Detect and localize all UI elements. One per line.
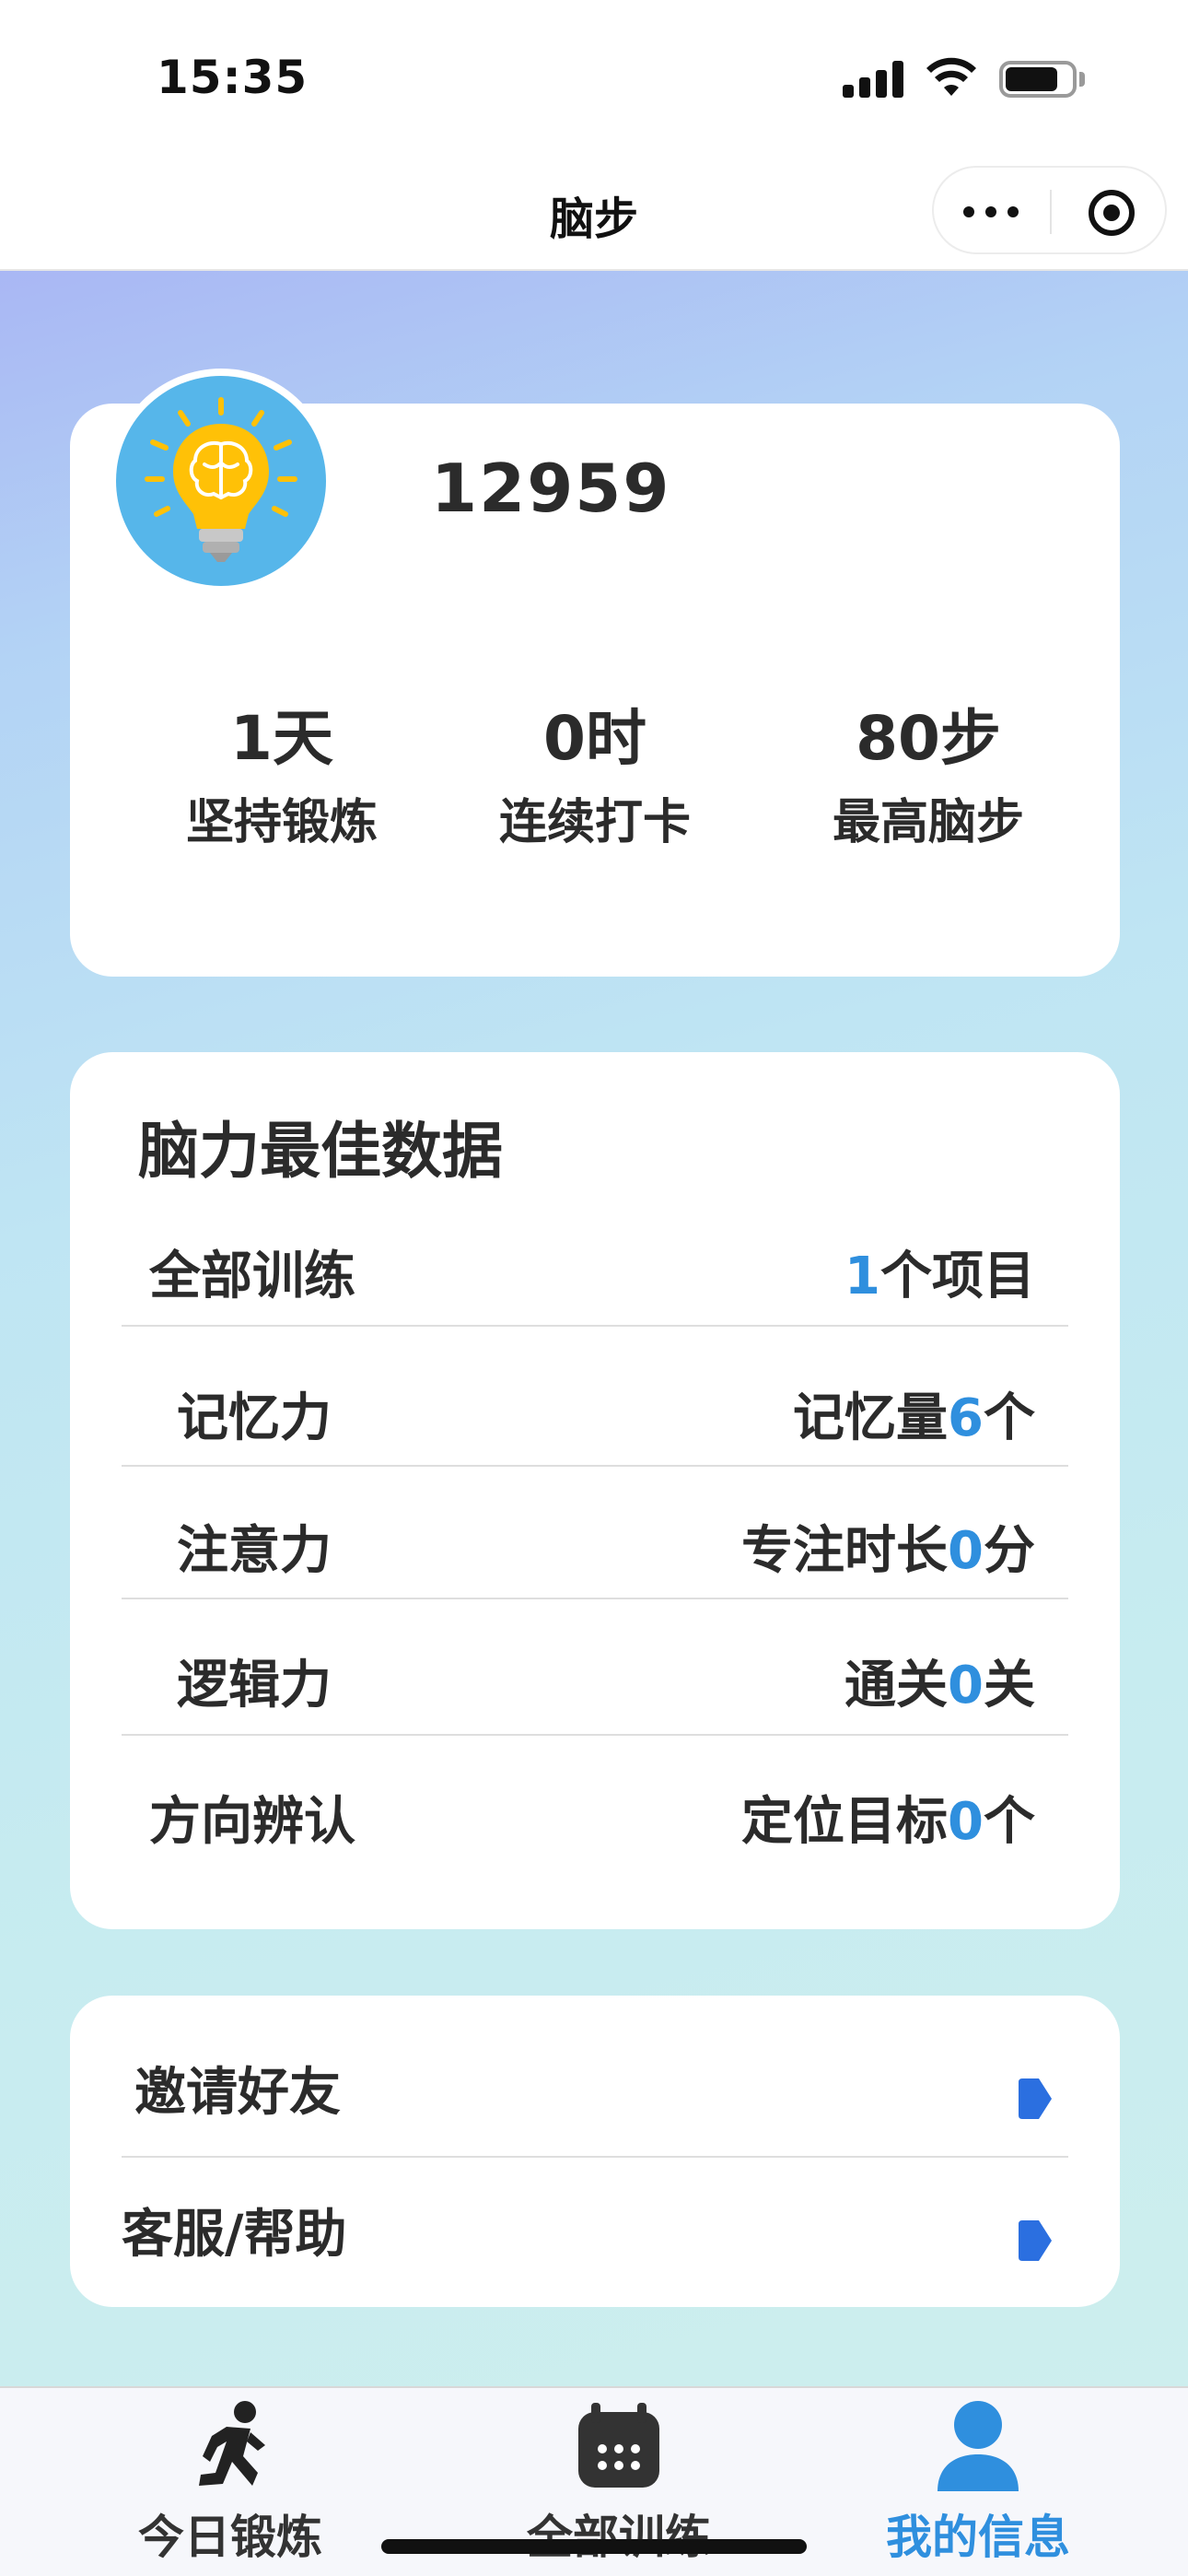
stat-value: 0时 <box>543 703 646 774</box>
battery-icon <box>999 61 1077 98</box>
row-divider <box>122 1325 1068 1327</box>
row-value-number: 0 <box>948 1656 984 1715</box>
row-label: 全部训练 <box>149 1247 355 1306</box>
runner-icon <box>199 2401 265 2486</box>
more-icon[interactable] <box>963 201 1022 223</box>
best-row-attention[interactable]: 注意力 专注时长0分 <box>122 1509 1068 1601</box>
best-row-logic[interactable]: 逻辑力 通关0关 <box>122 1644 1068 1736</box>
row-divider <box>122 1734 1068 1736</box>
menu-label: 邀请好友 <box>134 2063 341 2123</box>
best-row-direction[interactable]: 方向辨认 定位目标0个 <box>122 1780 1068 1872</box>
status-time: 15:35 <box>157 51 309 104</box>
stat-label: 最高脑步 <box>832 795 1024 850</box>
close-target-icon[interactable] <box>1089 190 1135 236</box>
wifi-icon <box>926 57 976 96</box>
battery-tip <box>1079 72 1085 87</box>
tab-today-exercise[interactable]: 今日锻炼 <box>92 2388 368 2576</box>
row-value-number: 6 <box>948 1388 984 1448</box>
signal-icon <box>843 61 903 98</box>
row-divider <box>122 2156 1068 2158</box>
row-label: 注意力 <box>177 1521 332 1581</box>
row-value: 1个项目 <box>844 1235 1035 1309</box>
stat-value: 80步 <box>856 703 1001 774</box>
arrow-right-icon <box>1019 2220 1052 2261</box>
row-value-prefix: 通关 <box>844 1656 949 1715</box>
row-value-prefix: 定位目标 <box>741 1792 949 1852</box>
tab-label: 我的信息 <box>886 2511 1070 2564</box>
stat-label: 坚持锻炼 <box>185 795 378 850</box>
brain-bulb-icon <box>116 376 326 586</box>
home-indicator <box>381 2539 807 2554</box>
row-value-suffix: 关 <box>984 1656 1035 1715</box>
row-value: 定位目标0个 <box>741 1780 1035 1855</box>
calendar-icon <box>578 2403 659 2488</box>
stat-days: 1天 坚持锻炼 <box>144 689 420 852</box>
stat-max-steps: 80步 最高脑步 <box>790 689 1066 852</box>
mini-program-capsule <box>932 166 1167 254</box>
nav-bar: 脑步 <box>0 157 1188 271</box>
row-value-suffix: 个 <box>984 1388 1035 1448</box>
row-value-prefix: 记忆量 <box>793 1388 949 1448</box>
best-data-title: 脑力最佳数据 <box>138 1116 503 1187</box>
support-help-item[interactable]: 客服/帮助 <box>122 2180 1068 2290</box>
row-value-number: 0 <box>948 1792 984 1852</box>
capsule-divider <box>1050 190 1052 234</box>
stat-value: 1天 <box>230 703 333 774</box>
invite-friends-item[interactable]: 邀请好友 <box>122 2038 1068 2149</box>
tab-label: 今日锻炼 <box>138 2511 322 2564</box>
row-value: 通关0关 <box>844 1644 1035 1718</box>
menu-label: 客服/帮助 <box>122 2205 347 2265</box>
row-value: 记忆量6个 <box>793 1376 1035 1451</box>
row-value-suffix: 个 <box>984 1792 1035 1852</box>
row-value-number: 0 <box>948 1521 984 1581</box>
stat-checkin: 0时 连续打卡 <box>457 689 733 852</box>
user-icon <box>938 2401 1019 2491</box>
tab-label: 全部训练 <box>527 2511 711 2564</box>
row-label: 记忆力 <box>177 1388 332 1448</box>
avatar[interactable] <box>109 369 333 593</box>
stat-label: 连续打卡 <box>498 795 691 850</box>
row-label: 方向辨认 <box>149 1792 355 1852</box>
row-value-suffix: 分 <box>984 1521 1035 1581</box>
user-id: 12959 <box>431 450 671 527</box>
arrow-right-icon <box>1019 2078 1052 2119</box>
row-value-number: 1 <box>844 1247 880 1306</box>
row-value-prefix: 专注时长 <box>741 1521 949 1581</box>
row-label: 逻辑力 <box>177 1656 332 1715</box>
status-bar: 15:35 <box>0 0 1188 157</box>
row-value: 专注时长0分 <box>741 1509 1035 1584</box>
row-divider <box>122 1598 1068 1599</box>
best-row-all-training[interactable]: 全部训练 1个项目 <box>122 1235 1068 1327</box>
row-divider <box>122 1465 1068 1467</box>
best-row-memory[interactable]: 记忆力 记忆量6个 <box>122 1376 1068 1469</box>
row-value-suffix: 个项目 <box>880 1247 1035 1306</box>
tab-my-info[interactable]: 我的信息 <box>840 2388 1116 2576</box>
